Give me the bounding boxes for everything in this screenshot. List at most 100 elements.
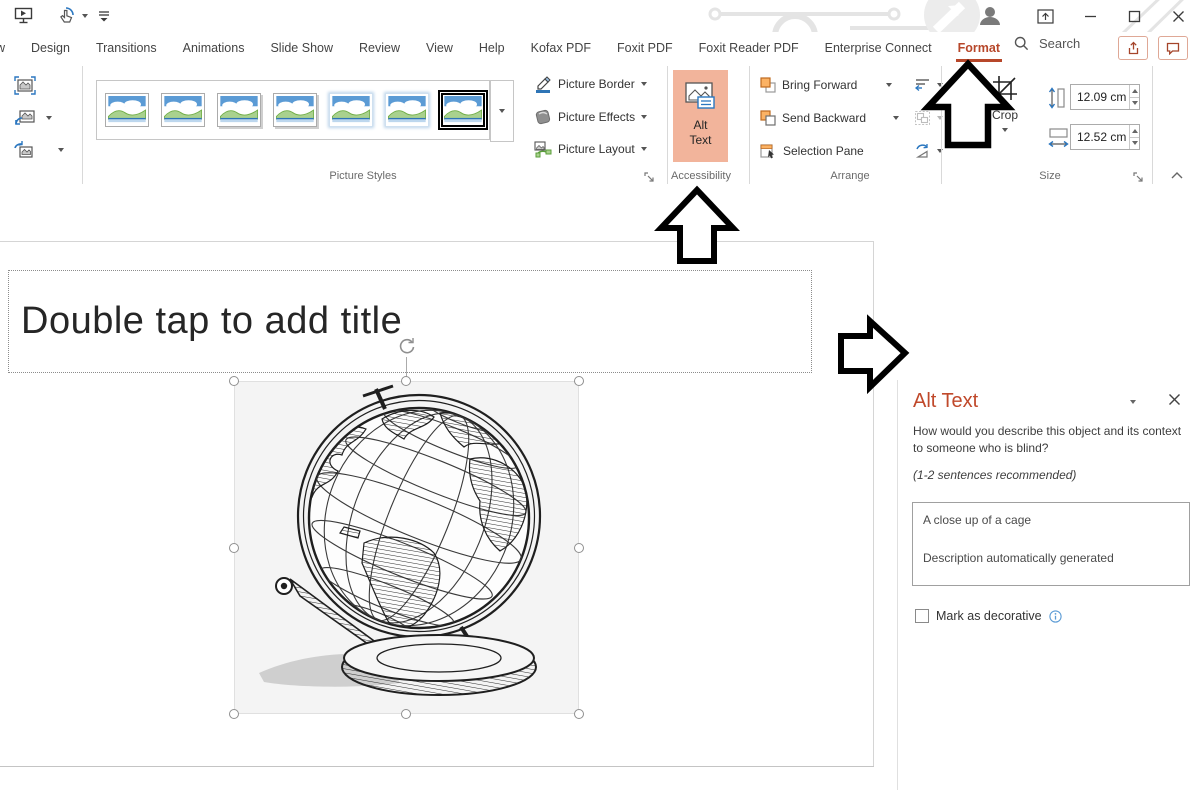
start-from-beginning-button[interactable] — [14, 4, 34, 28]
width-spin-down-button[interactable] — [1130, 137, 1139, 150]
send-backward-dropdown-icon[interactable] — [893, 116, 899, 120]
tab-slide-show[interactable]: Slide Show — [268, 35, 335, 62]
alt-text-button[interactable]: Alt Text — [673, 70, 728, 162]
tab-help[interactable]: Help — [477, 35, 507, 62]
selection-handle-top-center[interactable] — [401, 376, 411, 386]
picture-layout-icon — [534, 140, 552, 158]
shape-width-input[interactable] — [1071, 125, 1129, 149]
alt-text-description-input[interactable]: A close up of a cage Description automat… — [912, 502, 1190, 586]
tab-format[interactable]: Format — [956, 35, 1002, 62]
selection-handle-top-right[interactable] — [574, 376, 584, 386]
crop-icon — [991, 74, 1019, 102]
align-icon — [914, 77, 931, 93]
alt-text-icon — [685, 82, 717, 110]
height-spin-up-button[interactable] — [1130, 85, 1139, 97]
search-control[interactable]: Search — [1014, 36, 1080, 51]
height-spin-down-button[interactable] — [1130, 97, 1139, 110]
minimize-button[interactable] — [1068, 0, 1112, 32]
group-button[interactable] — [914, 108, 943, 128]
group-objects-icon — [914, 110, 931, 126]
picture-style-thumbnail[interactable] — [105, 93, 149, 127]
share-button[interactable] — [1118, 36, 1148, 60]
align-button[interactable] — [914, 75, 943, 95]
info-icon[interactable] — [1049, 610, 1062, 623]
picture-style-thumbnail[interactable] — [329, 93, 373, 127]
tab-w[interactable]: w — [0, 35, 7, 62]
pane-question-text: How would you describe this object and i… — [913, 423, 1189, 458]
picture-style-thumbnail-selected[interactable] — [441, 93, 485, 127]
change-picture-dropdown-icon[interactable] — [46, 116, 52, 120]
picture-styles-dialog-launcher-icon[interactable] — [644, 172, 655, 183]
powerpoint-window: w Design Transitions Animations Slide Show Re… — [0, 0, 1192, 790]
touch-mode-dropdown-icon[interactable] — [82, 14, 88, 18]
picture-style-thumbnail[interactable] — [217, 93, 261, 127]
pane-title: Alt Text — [913, 390, 978, 413]
selection-handle-top-left[interactable] — [229, 376, 239, 386]
picture-layout-button[interactable]: Picture Layout — [534, 139, 647, 159]
pane-close-icon[interactable] — [1168, 393, 1181, 406]
collapse-ribbon-icon[interactable] — [1170, 170, 1184, 180]
crop-label: Crop — [992, 108, 1018, 122]
shape-height-input[interactable] — [1071, 85, 1129, 109]
group-divider — [749, 66, 750, 184]
group-dropdown-icon — [937, 116, 943, 120]
tab-kofax-pdf[interactable]: Kofax PDF — [529, 35, 593, 62]
rotate-handle-icon[interactable] — [398, 337, 416, 356]
picture-effects-button[interactable]: Picture Effects — [534, 107, 647, 127]
maximize-button[interactable] — [1112, 0, 1156, 32]
selection-pane-button[interactable]: Selection Pane — [760, 141, 864, 161]
send-backward-button[interactable]: Send Backward — [760, 108, 899, 128]
tab-view[interactable]: View — [424, 35, 455, 62]
selection-handle-mid-right[interactable] — [574, 543, 584, 553]
crop-button[interactable]: Crop — [982, 68, 1028, 164]
rotate-objects-icon — [914, 143, 931, 159]
picture-style-thumbnail[interactable] — [273, 93, 317, 127]
shape-width-field — [1070, 124, 1140, 150]
pane-menu-icon[interactable] — [1130, 400, 1136, 404]
picture-border-button[interactable]: Picture Border — [534, 74, 647, 94]
selection-handle-mid-left[interactable] — [229, 543, 239, 553]
width-spin-up-button[interactable] — [1130, 125, 1139, 137]
tab-transitions[interactable]: Transitions — [94, 35, 159, 62]
change-picture-button[interactable] — [14, 108, 52, 128]
ribbon-display-options-button[interactable] — [1023, 0, 1067, 32]
slide-right-edge — [873, 241, 874, 766]
comments-button[interactable] — [1158, 36, 1188, 60]
picture-border-label: Picture Border — [558, 77, 635, 91]
bring-forward-button[interactable]: Bring Forward — [760, 75, 892, 95]
bring-forward-dropdown-icon[interactable] — [886, 83, 892, 87]
title-placeholder-text: Double tap to add title — [9, 300, 402, 343]
size-dialog-launcher-icon[interactable] — [1133, 172, 1144, 183]
tab-foxit-pdf[interactable]: Foxit PDF — [615, 35, 675, 62]
bring-forward-icon — [760, 77, 776, 93]
mark-as-decorative-checkbox[interactable] — [915, 609, 929, 623]
rotate-button[interactable] — [914, 141, 943, 161]
compress-pictures-button[interactable] — [14, 76, 36, 96]
tab-animations[interactable]: Animations — [181, 35, 247, 62]
selection-pane-label: Selection Pane — [783, 144, 864, 158]
rotate-dropdown-icon[interactable] — [937, 149, 943, 153]
tab-design[interactable]: Design — [29, 35, 72, 62]
mark-as-decorative-label: Mark as decorative — [936, 609, 1042, 623]
tab-review[interactable]: Review — [357, 35, 402, 62]
selection-handle-bottom-right[interactable] — [574, 709, 584, 719]
selection-handle-bottom-left[interactable] — [229, 709, 239, 719]
reset-picture-button[interactable] — [12, 140, 64, 160]
globe-image[interactable] — [234, 381, 579, 714]
picture-styles-more-button[interactable] — [490, 80, 514, 142]
tab-foxit-reader-pdf[interactable]: Foxit Reader PDF — [697, 35, 801, 62]
touch-mouse-mode-button[interactable] — [56, 4, 88, 28]
picture-style-thumbnail[interactable] — [161, 93, 205, 127]
selection-handle-bottom-center[interactable] — [401, 709, 411, 719]
search-label: Search — [1039, 36, 1080, 51]
customize-quick-access-toolbar-button[interactable] — [98, 4, 110, 28]
align-dropdown-icon[interactable] — [937, 83, 943, 87]
close-button[interactable] — [1156, 0, 1192, 32]
tab-enterprise-connect[interactable]: Enterprise Connect — [823, 35, 934, 62]
compress-pictures-icon — [14, 76, 36, 96]
reset-picture-dropdown-icon[interactable] — [58, 148, 64, 152]
picture-border-dropdown-icon — [641, 82, 647, 86]
selection-pane-icon — [760, 143, 777, 159]
title-placeholder[interactable]: Double tap to add title — [8, 270, 812, 373]
picture-style-thumbnail[interactable] — [385, 93, 429, 127]
